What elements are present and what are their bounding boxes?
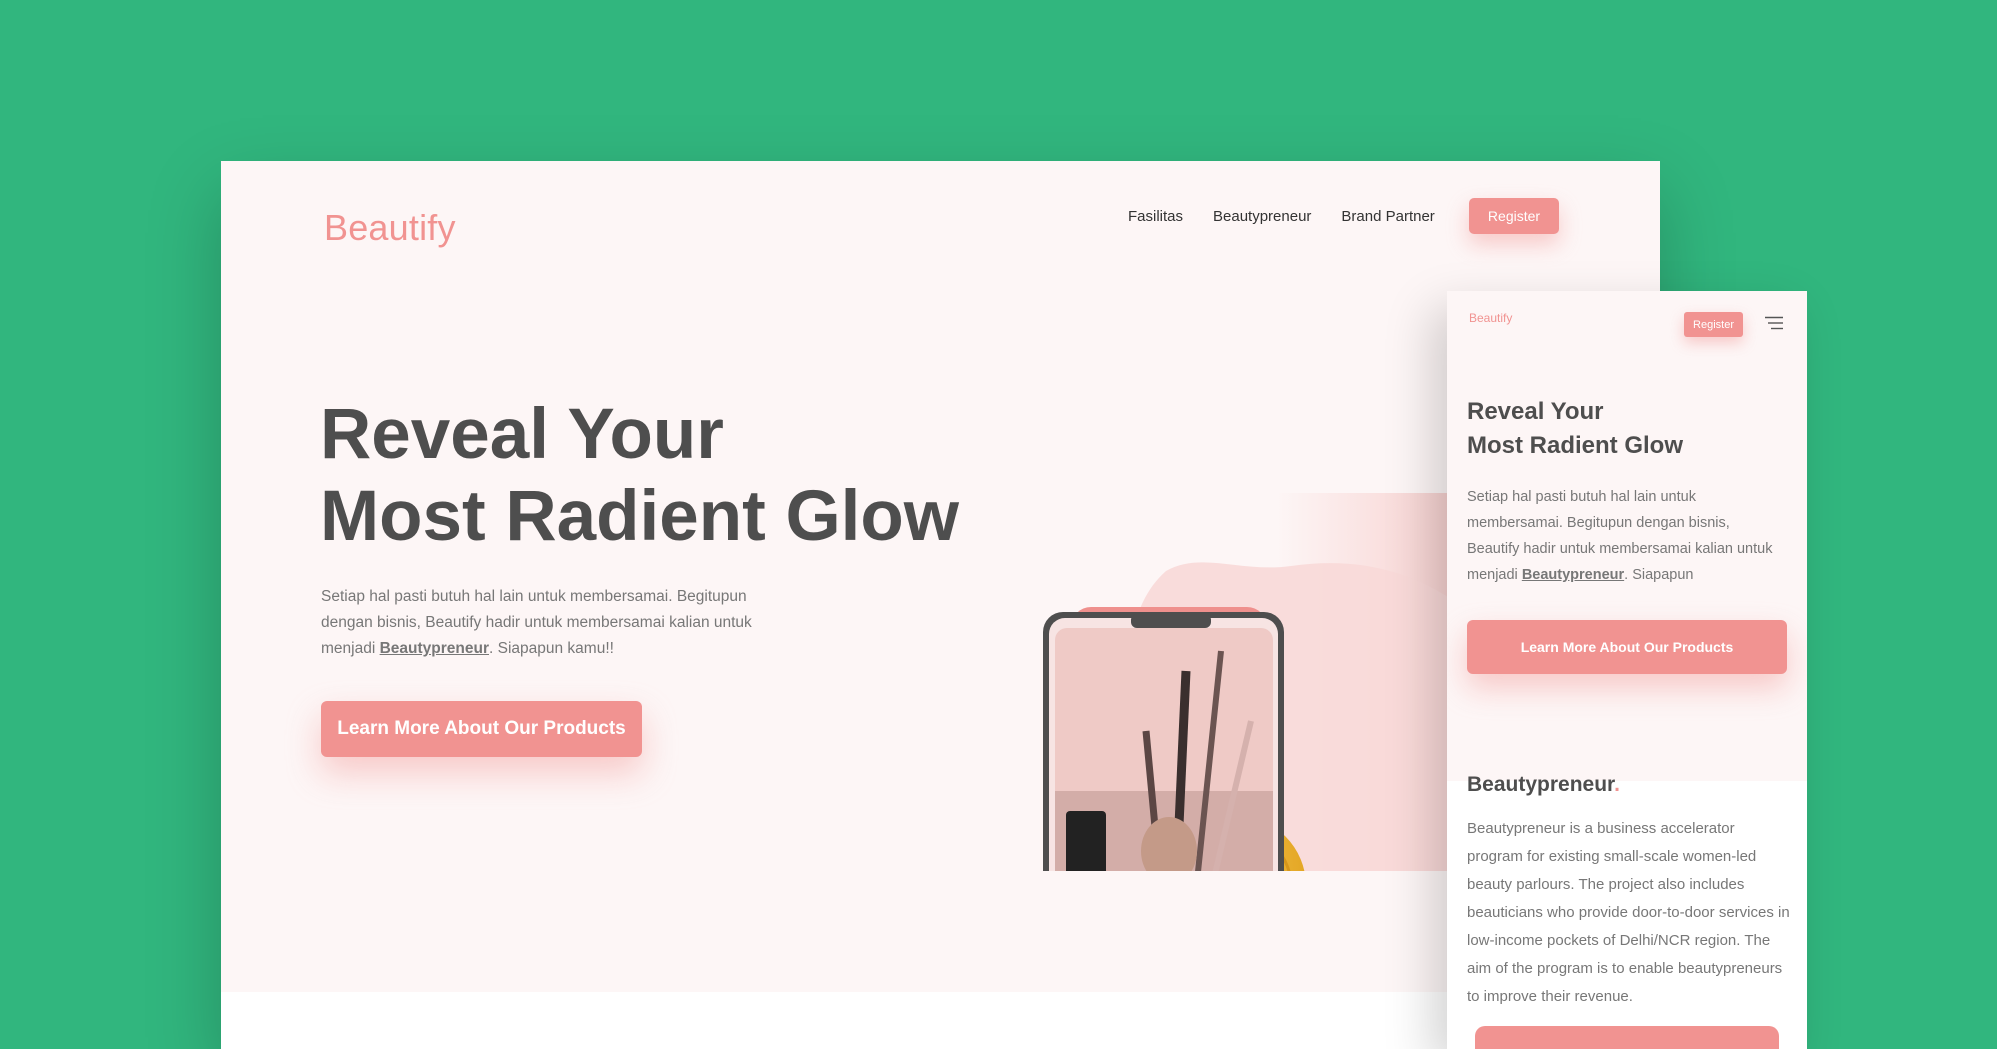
mobile-beautypreneur-link[interactable]: Beautypreneur xyxy=(1522,567,1624,583)
brand-logo[interactable]: Beautify xyxy=(324,207,456,249)
mobile-hero-title-line1: Reveal Your xyxy=(1467,398,1604,425)
section-title: Beautypreneur. xyxy=(1467,773,1620,797)
learn-more-button[interactable]: Learn More About Our Products xyxy=(321,701,642,757)
mobile-brand-logo[interactable]: Beautify xyxy=(1469,311,1512,325)
section-text: Beautypreneur is a business accelerator … xyxy=(1467,820,1790,1005)
beautypreneur-link[interactable]: Beautypreneur xyxy=(380,640,489,657)
mobile-preview: Beautify Register Reveal Your Most Radie… xyxy=(1447,291,1807,1049)
mobile-hero-title: Reveal Your Most Radient Glow xyxy=(1467,395,1683,463)
hero-title: Reveal Your Most Radient Glow xyxy=(320,394,959,558)
hero-title-line1: Reveal Your xyxy=(320,395,724,474)
main-nav: Fasilitas Beautypreneur Brand Partner xyxy=(1128,208,1435,225)
nav-item-brand-partner[interactable]: Brand Partner xyxy=(1341,208,1434,225)
register-button[interactable]: Register xyxy=(1469,198,1559,234)
nav-item-fasilitas[interactable]: Fasilitas xyxy=(1128,208,1183,225)
hamburger-icon[interactable] xyxy=(1765,316,1783,330)
section-title-text: Beautypreneur xyxy=(1467,773,1615,796)
section-title-dot: . xyxy=(1614,773,1620,796)
hero-desc-end: . Siapapun kamu!! xyxy=(489,640,614,657)
mobile-desc-end: . Siapapun xyxy=(1624,567,1694,583)
section-card[interactable] xyxy=(1475,1026,1779,1049)
hero-title-line2: Most Radient Glow xyxy=(320,477,959,556)
phone-notch xyxy=(1131,614,1211,628)
hero-description: Setiap hal pasti butuh hal lain untuk me… xyxy=(321,584,761,662)
mobile-register-button[interactable]: Register xyxy=(1684,312,1743,337)
mobile-hero-title-line2: Most Radient Glow xyxy=(1467,432,1683,459)
mobile-learn-more-button[interactable]: Learn More About Our Products xyxy=(1467,620,1787,674)
desktop-preview: Beautify Fasilitas Beautypreneur Brand P… xyxy=(221,161,1660,1049)
nav-item-beautypreneur[interactable]: Beautypreneur xyxy=(1213,208,1311,225)
mobile-hero-description: Setiap hal pasti butuh hal lain untuk me… xyxy=(1467,484,1785,588)
